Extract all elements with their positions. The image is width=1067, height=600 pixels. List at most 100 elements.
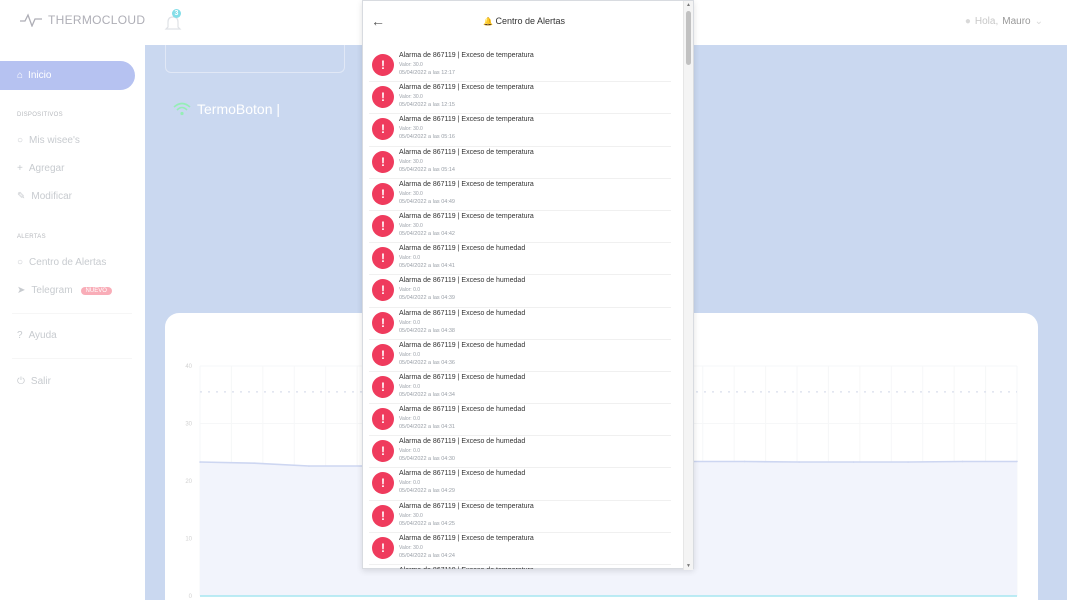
sidebar-item-mis-wisees[interactable]: ○ Mis wisee's (17, 135, 80, 146)
series-point (308, 465, 310, 467)
alert-value: Valor: 30.0 (399, 544, 423, 551)
power-icon: ⏻ (17, 376, 25, 387)
scrollbar[interactable]: ▲ ▼ (683, 1, 693, 570)
alert-value: Valor: 30.0 (399, 94, 423, 101)
device-name: TermoBoton | (197, 101, 281, 117)
alert-item[interactable]: !Alarma de 867119 | Exceso de temperatur… (369, 114, 671, 147)
sidebar-item-label: Telegram (31, 285, 73, 296)
alert-value: Valor: 30.0 (399, 222, 423, 229)
alert-title: Alarma de 867119 | Exceso de humedad (399, 277, 526, 285)
device-selector-box[interactable] (165, 45, 345, 73)
alert-title: Alarma de 867119 | Exceso de humedad (399, 406, 526, 414)
sidebar-item-salir[interactable]: ⏻ Salir (17, 376, 51, 387)
sidebar-divider (12, 358, 132, 359)
alert-value: Valor: 0.0 (399, 287, 421, 294)
alert-date: 05/04/2022 a las 04:38 (399, 327, 455, 334)
alert-item[interactable]: !Alarma de 867119 | Exceso de temperatur… (369, 50, 671, 83)
alert-title: Alarma de 867119 | Exceso de temperatura (399, 502, 534, 510)
y-tick-label: 0 (189, 594, 193, 600)
user-menu[interactable]: ● Hola, Mauro ⌄ (965, 16, 1043, 27)
alert-title: Alarma de 867119 | Exceso de humedad (399, 470, 526, 478)
alert-item[interactable]: !Alarma de 867119 | Exceso de temperatur… (369, 565, 671, 569)
alert-value: Valor: 30.0 (399, 158, 423, 165)
alert-title: Alarma de 867119 | Exceso de temperatura (399, 534, 534, 542)
alert-item[interactable]: ! Alarma de 867119 | Exceso de temperatur… (369, 501, 671, 533)
sidebar-item-ayuda[interactable]: ? Ayuda (17, 330, 57, 341)
exclamation-icon: ! (372, 214, 394, 237)
exclamation-icon: ! (372, 504, 394, 527)
alert-item[interactable]: ! Alarma de 867119 | Exceso de humedad Val… (369, 468, 671, 501)
sidebar-item-inicio[interactable]: ⌂ Inicio (0, 61, 135, 90)
alert-item[interactable]: ! Alarma de 867119 | Exceso de temperatur… (369, 179, 671, 211)
alert-date: 05/04/2022 a las 04:42 (399, 230, 455, 237)
alert-value: Valor: 30.0 (399, 126, 423, 133)
exclamation-icon: ! (372, 150, 394, 173)
alert-date: 05/04/2022 a las 04:49 (399, 198, 455, 205)
alert-item[interactable]: ! Alarma de 867119 | Exceso de humedad Val… (369, 243, 671, 276)
telegram-icon: ➤ (17, 285, 26, 296)
alert-item[interactable]: !Alarma de 867119 | Exceso de temperatur… (369, 82, 671, 115)
alert-title: Alarma de 867119 | Exceso de temperatura (399, 212, 534, 220)
exclamation-icon: ! (372, 472, 394, 495)
scroll-down-arrow[interactable]: ▼ (686, 563, 691, 569)
section-alertas: ALERTAS (17, 234, 46, 240)
y-tick-label: 40 (185, 364, 192, 370)
alert-item[interactable]: ! Alarma de 867119 | Exceso de humedad Val… (369, 340, 671, 372)
alert-date: 05/04/2022 a las 04:30 (399, 456, 455, 463)
alert-item[interactable]: ! Alarma de 867119 | Exceso de temperatur… (369, 533, 671, 565)
modal-title-text: Centro de Alertas (495, 16, 566, 26)
exclamation-icon: ! (372, 536, 394, 559)
alert-date: 05/04/2022 a las 04:29 (399, 488, 455, 495)
bell-icon: 🔔 (482, 17, 493, 26)
sidebar-item-modificar[interactable]: ✎ Modificar (17, 191, 72, 202)
alert-item[interactable]: ! Alarma de 867119 | Exceso de temperatur… (369, 211, 671, 244)
alert-date: 05/04/2022 a las 05:14 (399, 166, 455, 173)
edit-icon: ✎ (17, 191, 26, 202)
alert-title: Alarma de 867119 | Exceso de temperatura (399, 180, 534, 188)
app-logo[interactable]: THERMOCLOUD (20, 13, 145, 27)
series-point (253, 462, 256, 464)
section-dispositivos: DISPOSITIVOS (17, 112, 63, 118)
alert-center-modal: ← 🔔 Centro de Alertas ! Alarma de 867119 … (362, 0, 694, 570)
alert-item[interactable]: ! Alarma de 867119 | Exceso de humedad Val… (369, 436, 671, 469)
series-point (1016, 460, 1018, 463)
alert-value: Valor: 0.0 (399, 448, 421, 455)
scroll-up-arrow[interactable]: ▲ (686, 2, 691, 8)
series-point (743, 460, 746, 463)
alert-item[interactable]: ! Alarma de 867119 | Exceso de humedad Val… (369, 308, 671, 340)
alert-item[interactable]: ! Alarma de 867119 | Exceso de humedad Val… (369, 372, 671, 405)
modal-header: ← 🔔 Centro de Alertas (363, 1, 685, 41)
sidebar-item-label: Agregar (28, 163, 65, 174)
sidebar-item-centro-alertas[interactable]: ○ Centro de Alertas (17, 257, 106, 268)
alert-item[interactable]: ! Alarma de 867119 | Exceso de humedad Val… (369, 404, 671, 437)
pulse-icon (20, 13, 42, 27)
app-name: THERMOCLOUD (48, 13, 146, 27)
sidebar-item-label: Centro de Alertas (29, 257, 107, 268)
notification-badge: 3 (172, 9, 181, 18)
modal-title: 🔔 Centro de Alertas (363, 16, 685, 26)
y-tick-label: 20 (185, 479, 192, 485)
sidebar-item-label: Salir (30, 376, 51, 387)
sidebar-item-label: Mis wisee's (29, 135, 80, 146)
alert-date: 05/04/2022 a las 04:41 (399, 263, 455, 270)
sidebar-item-telegram[interactable]: ➤ Telegram NUEVO (17, 285, 112, 296)
new-badge: NUEVO (80, 286, 112, 295)
series-point (199, 461, 201, 463)
alert-item[interactable]: !Alarma de 867119 | Exceso de temperatur… (369, 147, 671, 179)
exclamation-icon: ! (372, 408, 394, 431)
exclamation-icon: ! (372, 54, 394, 76)
exclamation-icon: ! (372, 182, 394, 205)
user-icon: ● (964, 16, 971, 27)
alert-date: 05/04/2022 a las 04:39 (399, 295, 455, 302)
alert-item[interactable]: ! Alarma de 867119 | Exceso de humedad Val… (369, 275, 671, 308)
scrollbar-thumb[interactable] (686, 11, 691, 65)
sidebar-item-label: Inicio (28, 70, 52, 81)
exclamation-icon: ! (372, 279, 394, 302)
alert-title: Alarma de 867119 | Exceso de humedad (399, 245, 526, 253)
user-name: Mauro (1002, 16, 1031, 27)
alert-value: Valor: 30.0 (399, 512, 423, 519)
sidebar-item-agregar[interactable]: + Agregar (17, 163, 64, 174)
alert-list[interactable]: ! Alarma de 867119 | Exceso de temperatur… (363, 50, 685, 569)
alert-title: Alarma de 867119 | Exceso de humedad (399, 309, 526, 317)
exclamation-icon: ! (372, 440, 394, 463)
